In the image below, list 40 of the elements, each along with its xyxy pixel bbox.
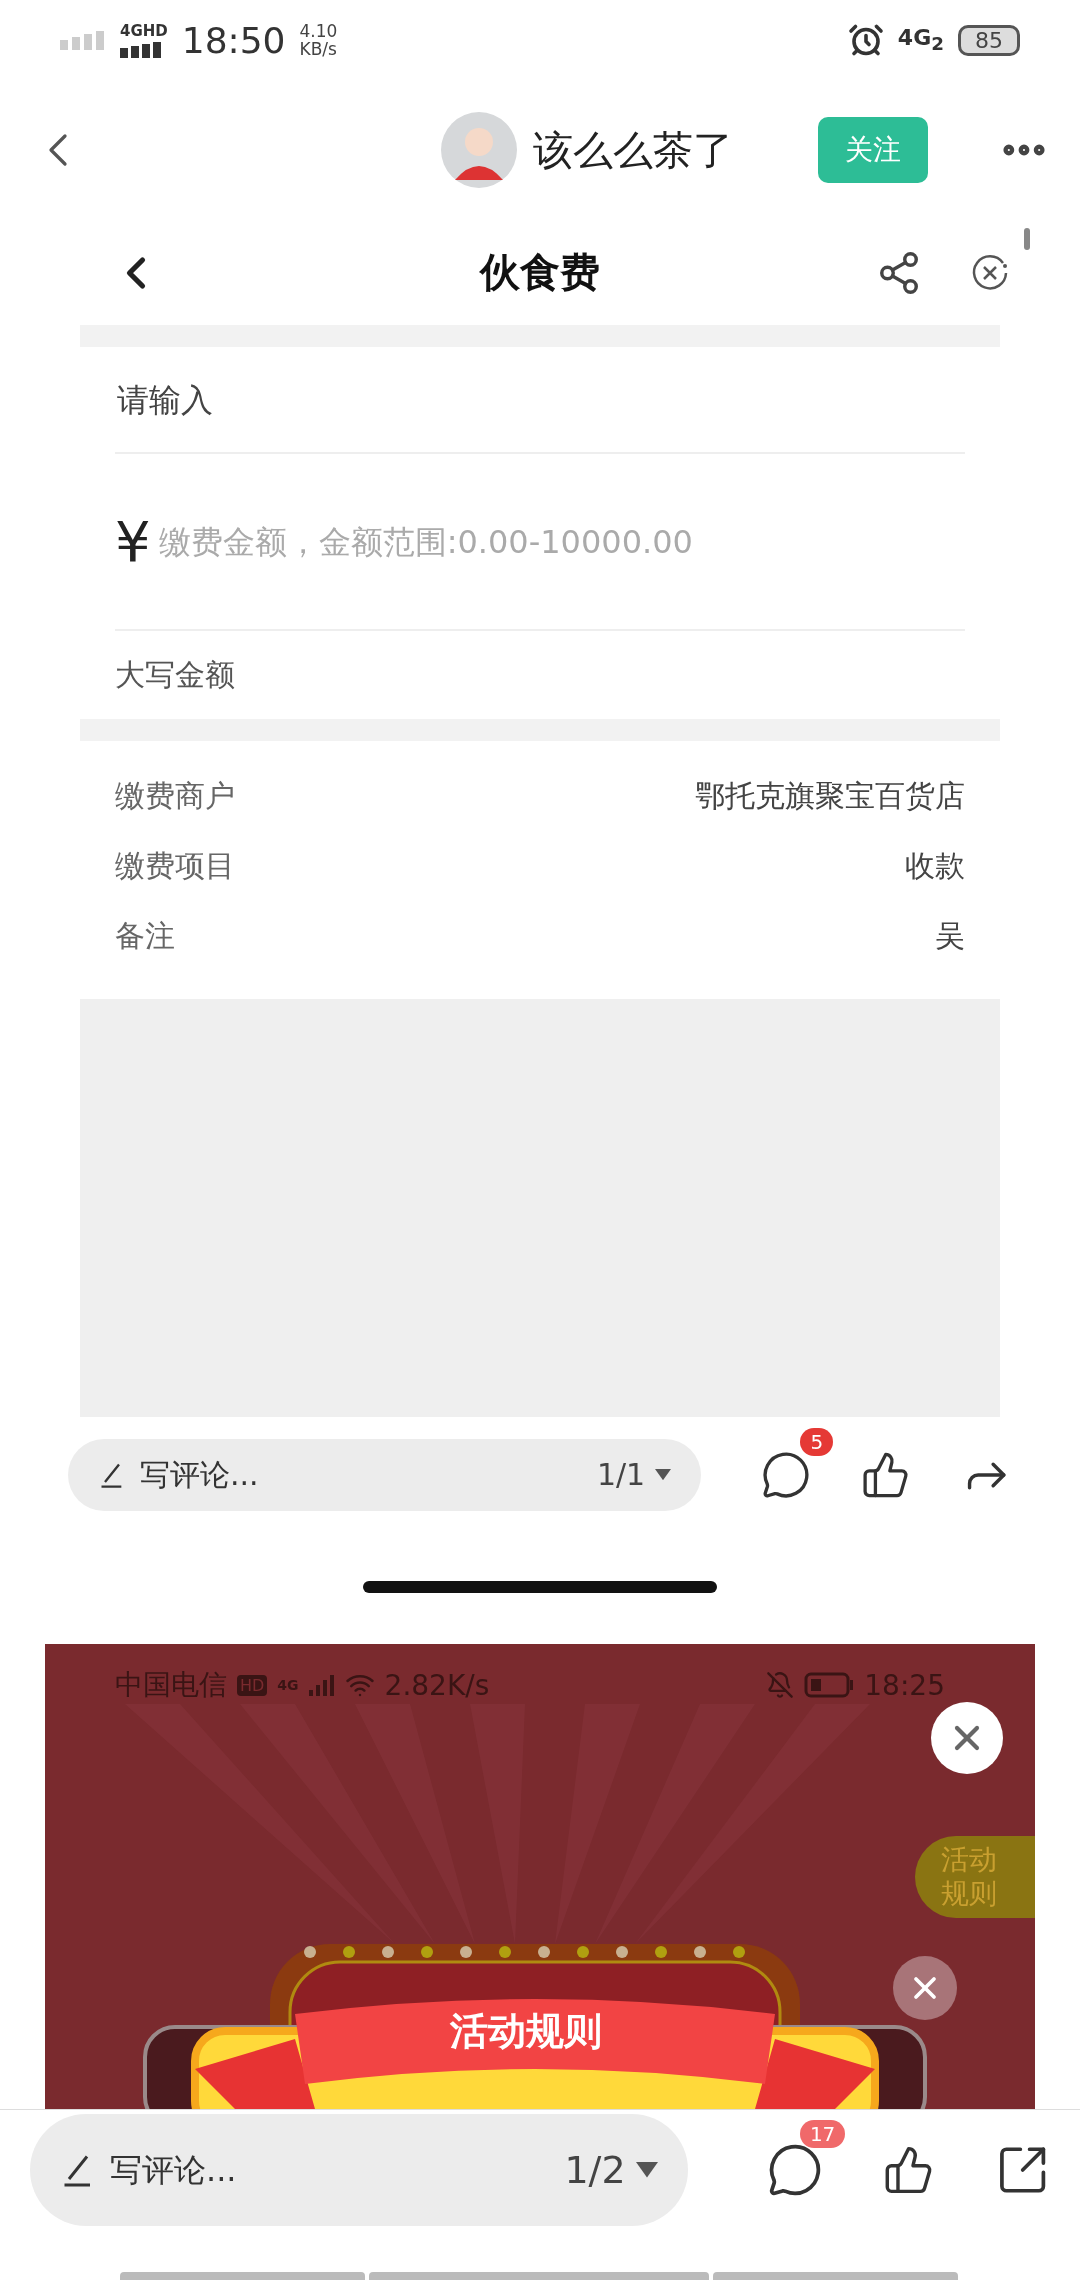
signal-icon [60,30,106,50]
page-selector[interactable]: 1/1 [596,1457,672,1492]
hd-badge: HD [237,1674,268,1696]
network-speed: 4.10 [299,22,338,40]
page-title: 伙食费 [480,248,600,297]
caret-icon [635,2162,658,2178]
network-type: 4G [277,1677,299,1693]
battery-icon [804,1672,855,1698]
signal-icon [308,1674,335,1696]
clock-time: 18:50 [181,19,286,61]
avatar-icon[interactable] [441,112,517,188]
uppercase-amount-label: 大写金额 [115,655,235,694]
clock-time: 18:25 [864,1668,945,1702]
comment-field[interactable]: 写评论... 1/1 [68,1438,702,1511]
mute-icon [766,1671,795,1699]
ribbon-title: 活动规则 [450,2008,602,2055]
info-value: 吴 [935,916,965,955]
alarm-icon [847,22,884,58]
author-name[interactable]: 该么么茶了 [533,122,733,178]
speed-unit: KB/s [299,40,338,58]
comment-icon[interactable] [761,1449,812,1500]
signal-icon [120,40,162,58]
info-label: 备注 [115,916,175,955]
info-value: 收款 [905,846,965,885]
info-label: 缴费商户 [115,776,235,815]
caret-icon [655,1468,672,1481]
info-label: 缴费项目 [115,846,235,885]
comment-count: 5 [800,1427,834,1456]
carrier-name: 中国电信 [115,1667,227,1703]
currency-symbol: ¥ [115,509,151,574]
scroll-indicator [1024,228,1030,250]
page-selector[interactable]: 1/2 [564,2148,658,2192]
battery-level: 85 [958,24,1020,56]
close-icon[interactable] [970,252,1010,293]
info-value: 鄂托克旗聚宝百货店 [695,776,965,815]
network-speed: 2.82K/s [384,1668,490,1702]
comment-count: 17 [799,2120,846,2148]
network-type: 4GHD [120,22,168,40]
comment-field[interactable]: 写评论... 1/2 [30,2114,688,2226]
mobile-network: 4G$_{2}$ [897,25,944,55]
